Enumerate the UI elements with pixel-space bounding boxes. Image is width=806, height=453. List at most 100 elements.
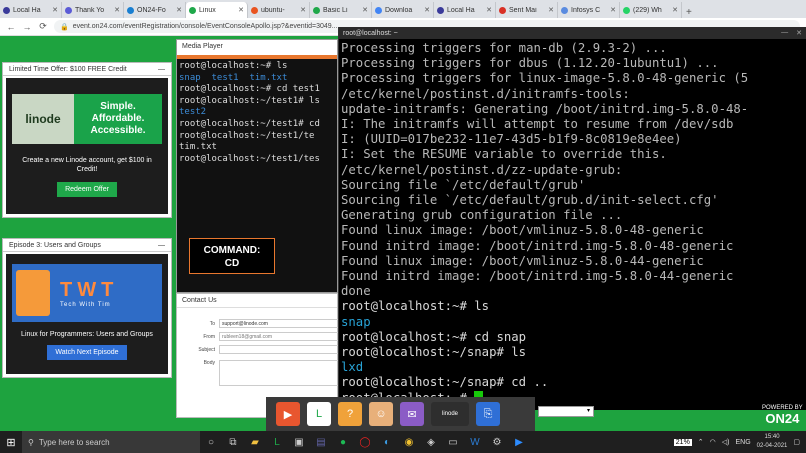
- question-icon[interactable]: ?: [338, 402, 362, 426]
- terminal-line-text: Generating grub configuration file ...: [341, 208, 623, 223]
- mail-icon[interactable]: ✉: [400, 402, 424, 426]
- clock-date: 02-04-2021: [756, 443, 788, 449]
- video-terminal-line: root@localhost:~# cd test1: [179, 84, 320, 95]
- browser-tab[interactable]: Thank Yo ✕: [62, 2, 124, 18]
- tab-label: Infosys C: [571, 6, 601, 14]
- terminal-line: Processing triggers for man-db (2.9.3-2)…: [341, 41, 804, 56]
- linode-app-icon[interactable]: L: [266, 431, 288, 453]
- close-tab-icon[interactable]: ✕: [238, 6, 244, 14]
- new-tab-button[interactable]: +: [682, 7, 696, 18]
- close-tab-icon[interactable]: ✕: [52, 6, 58, 14]
- tab-label: Local Ha: [447, 6, 475, 14]
- terminal-output[interactable]: Processing triggers for man-db (2.9.3-2)…: [339, 39, 806, 410]
- tab-label: ON24-Fo: [137, 6, 166, 14]
- terminal-line-text: Found linux image: /boot/vmlinuz-5.8.0-4…: [341, 253, 704, 268]
- terminal-line-text: root@localhost:~# cd snap: [341, 329, 527, 344]
- terminal-line: /etc/kernel/postinst.d/zz-update-grub:: [341, 163, 804, 178]
- forward-icon[interactable]: →: [22, 22, 32, 32]
- linode-logo: linode: [12, 94, 74, 144]
- browser-tab[interactable]: Infosys C ✕: [558, 2, 620, 18]
- close-tab-icon[interactable]: ✕: [176, 6, 182, 14]
- file-explorer-icon[interactable]: ▰: [244, 431, 266, 453]
- cortana-icon[interactable]: ○: [200, 431, 222, 453]
- attachment-icon[interactable]: ⎘: [476, 402, 500, 426]
- from-field[interactable]: rubleen18@gmail.com: [219, 332, 343, 341]
- slogan-line: Simple.: [100, 101, 136, 112]
- browser-tab[interactable]: (229) Wh ✕: [620, 2, 682, 18]
- settings-icon[interactable]: ⚙: [486, 431, 508, 453]
- terminal-line: done: [341, 284, 804, 299]
- edge-icon[interactable]: ◐: [376, 431, 398, 453]
- linode-banner-icon[interactable]: linode: [431, 402, 469, 426]
- back-icon[interactable]: ←: [6, 22, 16, 32]
- terminal-line-text: done: [341, 284, 371, 299]
- favicon-icon: [499, 6, 506, 14]
- volume-icon[interactable]: ◁): [722, 438, 730, 446]
- browser-tab[interactable]: Local Ha ✕: [0, 2, 62, 18]
- linode-icon[interactable]: L: [307, 402, 331, 426]
- video-terminal-line: root@localhost:~/test1/te: [179, 130, 315, 141]
- minimize-icon[interactable]: —: [781, 29, 788, 37]
- close-icon[interactable]: ✕: [796, 29, 802, 37]
- dock-input[interactable]: ▾: [538, 406, 594, 417]
- reload-icon[interactable]: ⟳: [38, 21, 48, 32]
- watch-next-episode-button[interactable]: Watch Next Episode: [47, 345, 127, 360]
- browser-tab[interactable]: Linux ✕: [186, 2, 248, 18]
- slogan-line: Affordable.: [91, 113, 145, 124]
- opera-icon[interactable]: ◯: [354, 431, 376, 453]
- browser-tab[interactable]: Sent Mai ✕: [496, 2, 558, 18]
- word-icon[interactable]: W: [464, 431, 486, 453]
- video-terminal-line: root@localhost:~/test1/tes: [179, 153, 320, 164]
- panel-title: Limited Time Offer: $100 FREE Credit: [9, 65, 127, 73]
- close-tab-icon[interactable]: ✕: [486, 6, 492, 14]
- terminal-line: root@localhost:~# ls: [341, 299, 804, 314]
- minimize-icon[interactable]: —: [158, 242, 165, 249]
- teams-icon[interactable]: ▤: [310, 431, 332, 453]
- clock[interactable]: 15:40 02-04-2021: [757, 433, 788, 451]
- taskbar-search[interactable]: ⚲ Type here to search: [22, 431, 200, 453]
- browser-tab[interactable]: ubuntu- ✕: [248, 2, 310, 18]
- media-player: Media Player root@localhost:~# ls snap te…: [176, 39, 338, 293]
- avatar-icon[interactable]: ☺: [369, 402, 393, 426]
- favicon-icon: [313, 6, 320, 14]
- close-tab-icon[interactable]: ✕: [424, 6, 430, 14]
- spotify-icon[interactable]: ●: [332, 431, 354, 453]
- zoom-icon[interactable]: ▶: [508, 431, 530, 453]
- close-tab-icon[interactable]: ✕: [610, 6, 616, 14]
- terminal-app-icon[interactable]: ▭: [442, 431, 464, 453]
- windows-start-icon[interactable]: ⊞: [0, 436, 22, 449]
- body-field[interactable]: [219, 360, 343, 386]
- offer-text: Create a new Linode account, get $100 in…: [22, 157, 152, 173]
- language-indicator[interactable]: ENG: [736, 439, 751, 446]
- chevron-up-icon[interactable]: ⌃: [698, 438, 704, 446]
- to-field[interactable]: support@linode.com: [219, 319, 343, 328]
- task-view-icon[interactable]: ⧉: [222, 431, 244, 453]
- twt-banner: TWT Tech With Tim: [12, 264, 162, 322]
- play-icon[interactable]: ▶: [276, 402, 300, 426]
- wifi-icon[interactable]: ◠: [710, 438, 716, 446]
- video-terminal-line: test2: [179, 107, 207, 118]
- terminal-window: root@localhost: ~ — ✕ Processing trigger…: [338, 27, 806, 410]
- close-tab-icon[interactable]: ✕: [548, 6, 554, 14]
- battery-indicator[interactable]: 21%: [673, 438, 692, 446]
- browser-tab[interactable]: Downloa ✕: [372, 2, 434, 18]
- browser-tab[interactable]: ON24-Fo ✕: [124, 2, 186, 18]
- close-tab-icon[interactable]: ✕: [672, 6, 678, 14]
- media-app-icon[interactable]: ▣: [288, 431, 310, 453]
- close-tab-icon[interactable]: ✕: [114, 6, 120, 14]
- to-label: To: [209, 320, 215, 327]
- redeem-offer-button[interactable]: Redeem Offer: [57, 182, 117, 197]
- contact-title: Contact Us: [177, 294, 337, 308]
- notification-icon[interactable]: ▢: [793, 438, 800, 446]
- terminal-line-text: root@localhost:~/snap# ls: [341, 345, 527, 360]
- browser-tab[interactable]: Local Ha ✕: [434, 2, 496, 18]
- photos-icon[interactable]: ◈: [420, 431, 442, 453]
- system-tray: 21% ⌃ ◠ ◁) ENG 15:40 02-04-2021 ▢: [673, 433, 806, 451]
- close-tab-icon[interactable]: ✕: [300, 6, 306, 14]
- terminal-line: I: The initramfs will attempt to resume …: [341, 117, 804, 132]
- browser-tab[interactable]: Basic Li ✕: [310, 2, 372, 18]
- chrome-icon[interactable]: ◉: [398, 431, 420, 453]
- subject-field[interactable]: [219, 345, 343, 354]
- close-tab-icon[interactable]: ✕: [362, 6, 368, 14]
- minimize-icon[interactable]: —: [158, 66, 165, 73]
